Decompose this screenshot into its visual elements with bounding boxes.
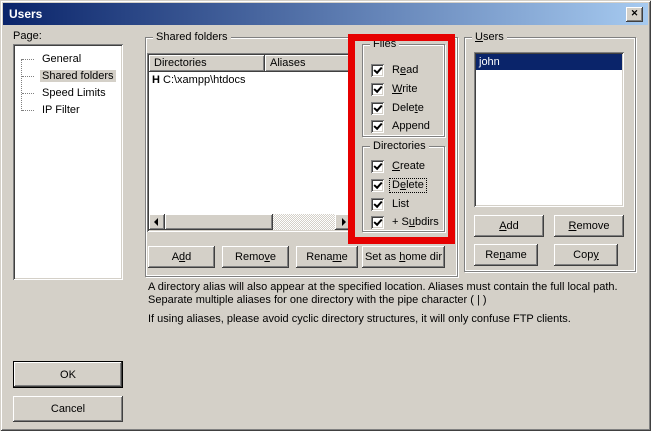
write-checkbox[interactable]: Write bbox=[371, 82, 419, 97]
tree-item-general[interactable]: General bbox=[13, 51, 123, 68]
alias-note: A directory alias will also appear at th… bbox=[148, 281, 648, 307]
directory-row[interactable]: H C:\xampp\htdocs bbox=[149, 72, 351, 89]
directories-list-header: Directories Aliases bbox=[149, 55, 351, 72]
remove-user-button[interactable]: Remove bbox=[554, 215, 624, 237]
delete-directories-checkbox[interactable]: Delete bbox=[371, 178, 426, 193]
files-legend: Files bbox=[370, 37, 399, 51]
title-bar[interactable]: Users ✕ bbox=[3, 3, 648, 25]
checkbox-checked-icon[interactable] bbox=[371, 198, 384, 211]
directories-group: Directories Create Delete List + Subdirs bbox=[362, 146, 445, 232]
users-dialog: { "window": { "title": "Users", "close_g… bbox=[0, 0, 651, 431]
user-row-john[interactable]: john bbox=[476, 54, 622, 70]
delete-files-checkbox[interactable]: Delete bbox=[371, 101, 426, 116]
set-as-home-dir-button[interactable]: Set as home dir bbox=[362, 246, 445, 268]
checkbox-checked-icon[interactable] bbox=[371, 216, 384, 229]
subdirs-checkbox[interactable]: + Subdirs bbox=[371, 215, 441, 230]
tree-item-shared-folders[interactable]: Shared folders bbox=[13, 68, 123, 85]
rename-directory-button[interactable]: Rename bbox=[296, 246, 358, 268]
ok-button[interactable]: OK bbox=[13, 361, 123, 388]
column-header-aliases[interactable]: Aliases bbox=[265, 55, 351, 72]
directories-legend: Directories bbox=[370, 139, 429, 153]
cancel-button[interactable]: Cancel bbox=[13, 396, 123, 422]
files-group: Files Read Write Delete Append bbox=[362, 44, 445, 137]
horizontal-scrollbar[interactable] bbox=[149, 214, 351, 230]
cyclic-note: If using aliases, please avoid cyclic di… bbox=[148, 313, 648, 326]
add-user-button[interactable]: Add bbox=[474, 215, 544, 237]
checkbox-checked-icon[interactable] bbox=[371, 64, 384, 77]
append-checkbox[interactable]: Append bbox=[371, 119, 432, 134]
close-button[interactable]: ✕ bbox=[626, 7, 643, 22]
window-title: Users bbox=[9, 7, 42, 21]
tree-item-ip-filter[interactable]: IP Filter bbox=[13, 102, 123, 119]
users-legend: Users bbox=[472, 30, 507, 44]
page-label: Page: bbox=[13, 30, 42, 42]
list-checkbox[interactable]: List bbox=[371, 197, 411, 212]
checkbox-checked-icon[interactable] bbox=[371, 160, 384, 173]
copy-user-button[interactable]: Copy bbox=[554, 244, 618, 266]
create-checkbox[interactable]: Create bbox=[371, 159, 427, 174]
tree-item-speed-limits[interactable]: Speed Limits bbox=[13, 85, 123, 102]
page-tree[interactable]: General Shared folders Speed Limits IP F… bbox=[13, 44, 123, 280]
add-directory-button[interactable]: Add bbox=[148, 246, 215, 268]
shared-folders-legend: Shared folders bbox=[153, 30, 231, 44]
home-flag: H bbox=[149, 72, 163, 89]
column-header-directories[interactable]: Directories bbox=[149, 55, 265, 72]
directories-list[interactable]: Directories Aliases H C:\xampp\htdocs bbox=[147, 53, 353, 232]
read-checkbox[interactable]: Read bbox=[371, 63, 420, 78]
scrollbar-thumb[interactable] bbox=[165, 214, 273, 230]
scroll-right-button[interactable] bbox=[335, 214, 351, 230]
checkbox-checked-icon[interactable] bbox=[371, 120, 384, 133]
scroll-left-button[interactable] bbox=[149, 214, 165, 230]
rename-user-button[interactable]: Rename bbox=[474, 244, 538, 266]
checkbox-checked-icon[interactable] bbox=[371, 83, 384, 96]
users-list[interactable]: john bbox=[474, 52, 624, 207]
checkbox-checked-icon[interactable] bbox=[371, 179, 384, 192]
remove-directory-button[interactable]: Remove bbox=[222, 246, 289, 268]
checkbox-checked-icon[interactable] bbox=[371, 102, 384, 115]
close-icon: ✕ bbox=[631, 8, 639, 18]
directory-path: C:\xampp\htdocs bbox=[163, 72, 246, 89]
